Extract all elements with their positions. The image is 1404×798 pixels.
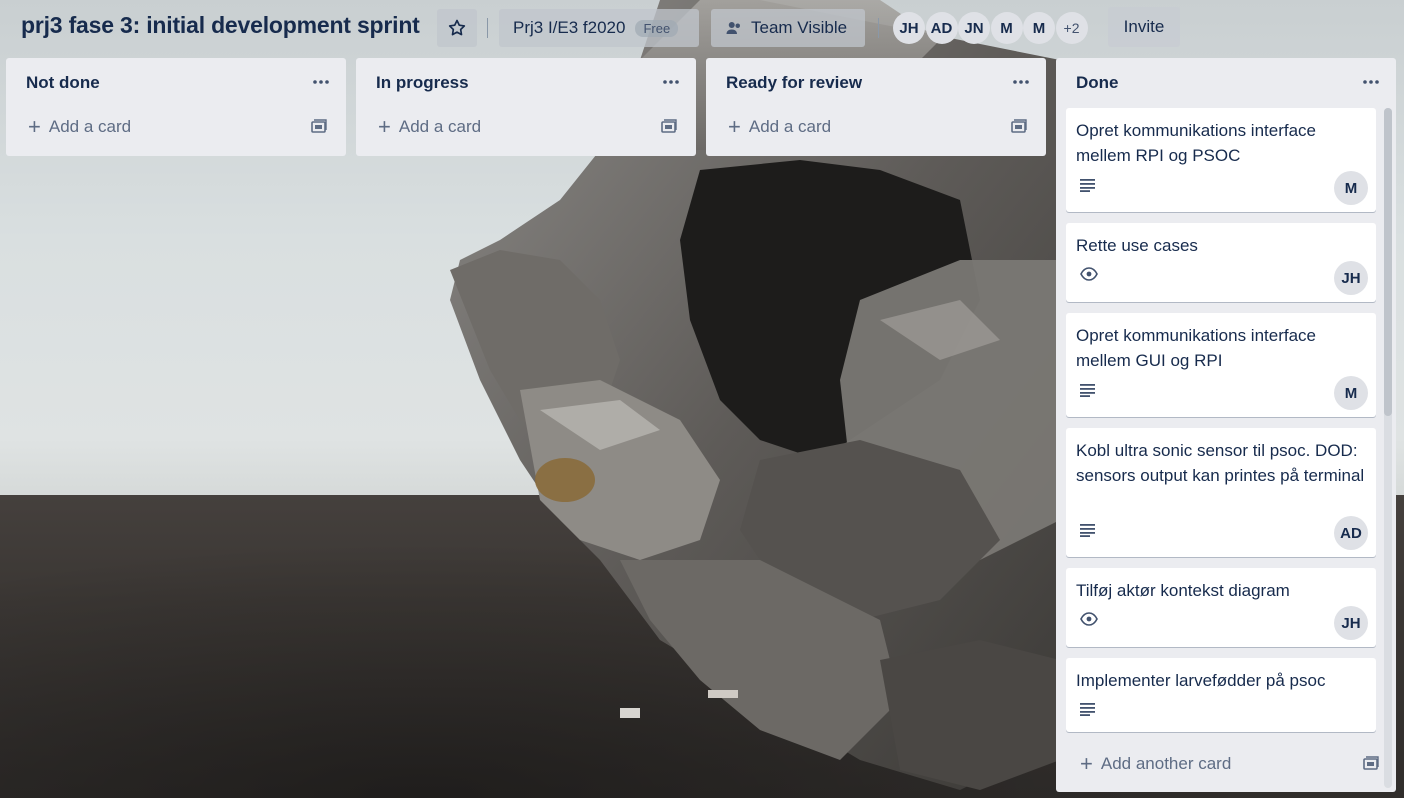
header-divider [878, 18, 879, 38]
plus-icon: + [728, 114, 741, 139]
card-template-icon[interactable] [1010, 119, 1028, 135]
plus-icon: + [378, 114, 391, 139]
list-scrollbar[interactable] [1384, 108, 1392, 788]
plan-badge: Free [635, 19, 679, 37]
add-card-label: Add a card [748, 117, 832, 136]
card[interactable]: Tilføj aktør kontekst diagram JH [1066, 568, 1376, 647]
scrollbar-thumb[interactable] [1384, 108, 1392, 416]
card[interactable]: Opret kommunikations interface mellem RP… [1066, 108, 1376, 212]
list-not-done: Not done + Add a card [6, 58, 346, 156]
list-menu-button[interactable] [1360, 72, 1382, 92]
member-avatar[interactable]: M [990, 12, 1023, 44]
list-done: Done Opret kommunikations interface mell… [1056, 58, 1396, 792]
card-list: Opret kommunikations interface mellem RP… [1066, 108, 1376, 788]
star-icon [448, 19, 466, 36]
card-title: Opret kommunikations interface mellem GU… [1076, 326, 1316, 370]
card[interactable]: Rette use cases JH [1066, 223, 1376, 302]
board-header: prj3 fase 3: initial development sprint … [0, 0, 1404, 58]
plus-icon: + [1080, 751, 1093, 776]
card-template-icon[interactable] [1362, 756, 1380, 772]
card-title: Opret kommunikations interface mellem RP… [1076, 121, 1316, 165]
add-another-card-button[interactable]: + Add another card [1080, 751, 1379, 776]
card-title: Implementer larvefødder på psoc [1076, 671, 1326, 690]
team-name: Prj3 I/E3 f2020 [513, 18, 626, 37]
description-icon [1080, 523, 1096, 537]
card-template-icon[interactable] [310, 119, 328, 135]
list-menu-button[interactable] [660, 72, 682, 92]
invite-button[interactable]: Invite [1108, 7, 1180, 47]
card-title: Rette use cases [1076, 236, 1198, 255]
more-members-button[interactable]: +2 [1055, 12, 1088, 44]
card-member-avatar[interactable]: AD [1334, 516, 1368, 550]
watch-eye-icon [1080, 612, 1098, 626]
board-title[interactable]: prj3 fase 3: initial development sprint [21, 12, 420, 39]
list-title[interactable]: Done [1076, 73, 1119, 93]
add-card-label: Add another card [1100, 754, 1232, 773]
card-member-avatar[interactable]: JH [1334, 261, 1368, 295]
card-member-avatar[interactable]: JH [1334, 606, 1368, 640]
description-icon [1080, 178, 1096, 192]
add-card-button[interactable]: + Add a card [728, 116, 1032, 138]
card-title: Tilføj aktør kontekst diagram [1076, 581, 1290, 600]
list-menu-button[interactable] [310, 72, 332, 92]
card-title: Kobl ultra sonic sensor til psoc. DOD: s… [1076, 441, 1365, 485]
member-avatar[interactable]: JH [893, 12, 925, 44]
add-card-label: Add a card [48, 117, 132, 136]
star-board-button[interactable] [437, 9, 477, 47]
team-button[interactable]: Prj3 I/E3 f2020 Free [499, 9, 699, 47]
card-member-avatar[interactable]: M [1334, 171, 1368, 205]
more-dots-icon [1013, 80, 1029, 84]
member-avatar[interactable]: M [1023, 12, 1055, 44]
more-dots-icon [313, 80, 329, 84]
card-template-icon[interactable] [660, 119, 678, 135]
team-people-icon [725, 19, 743, 37]
list-title[interactable]: In progress [376, 73, 469, 93]
more-dots-icon [663, 80, 679, 84]
list-ready-for-review: Ready for review + Add a card [706, 58, 1046, 156]
board-members: JH AD JN M M +2 [893, 12, 1088, 44]
list-in-progress: In progress + Add a card [356, 58, 696, 156]
description-icon [1080, 383, 1096, 397]
card[interactable]: Implementer larvefødder på psoc [1066, 658, 1376, 732]
more-dots-icon [1363, 80, 1379, 84]
member-avatar[interactable]: AD [925, 12, 958, 44]
add-card-button[interactable]: + Add a card [378, 116, 682, 138]
list-title[interactable]: Not done [26, 73, 100, 93]
member-avatar[interactable]: JN [958, 12, 990, 44]
description-icon [1080, 702, 1096, 716]
visibility-label: Team Visible [751, 18, 848, 37]
list-title[interactable]: Ready for review [726, 73, 862, 93]
card[interactable]: Kobl ultra sonic sensor til psoc. DOD: s… [1066, 428, 1376, 557]
add-card-label: Add a card [398, 117, 482, 136]
add-card-button[interactable]: + Add a card [28, 116, 332, 138]
list-menu-button[interactable] [1010, 72, 1032, 92]
card[interactable]: Opret kommunikations interface mellem GU… [1066, 313, 1376, 417]
header-divider [487, 18, 488, 38]
watch-eye-icon [1080, 267, 1098, 281]
plus-icon: + [28, 114, 41, 139]
card-member-avatar[interactable]: M [1334, 376, 1368, 410]
visibility-button[interactable]: Team Visible [711, 9, 865, 47]
